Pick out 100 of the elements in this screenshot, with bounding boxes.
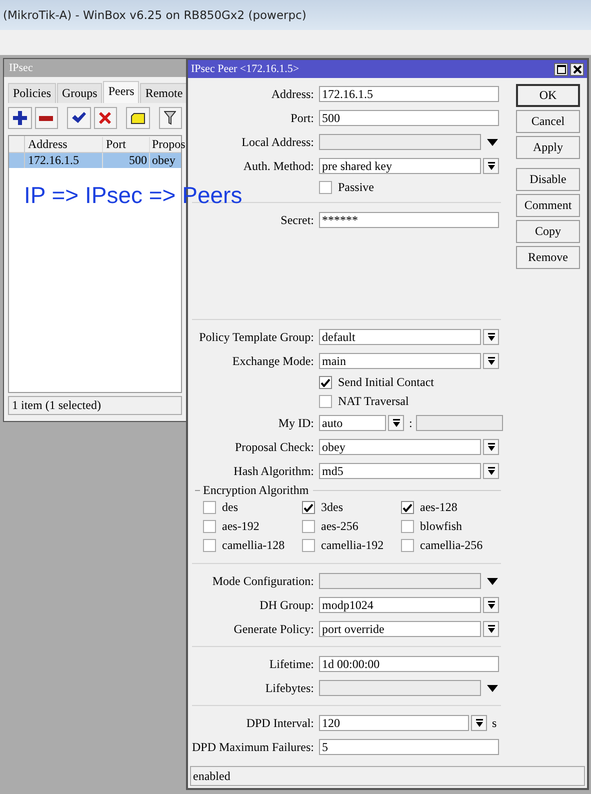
table-cell: 500 [103,153,150,168]
input-field[interactable] [319,680,481,696]
status-text: enabled [193,768,230,784]
field-label: Lifetime: [268,656,315,672]
input-field[interactable]: 120 [319,715,469,731]
input-field[interactable]: 500 [319,110,499,126]
dropdown-button[interactable] [483,158,499,174]
separator-label: : [409,416,412,430]
checkbox[interactable] [319,395,332,408]
down-arrow-icon [476,719,482,727]
checkbox-label: aes-128 [420,500,458,515]
checkbox[interactable] [203,539,216,552]
field-label: My ID: [277,416,315,430]
dialog-button[interactable]: Comment [516,194,580,217]
column-header[interactable]: Port [103,136,150,152]
dropdown-field[interactable]: md5 [319,463,481,479]
checkbox-label: 3des [321,500,343,515]
field-label: DPD Maximum Failures: [192,740,315,754]
tab[interactable]: Remote [140,83,186,103]
dropdown-field[interactable]: main [319,353,481,369]
input-field[interactable]: 5 [319,739,499,755]
input-field[interactable]: 1d 00:00:00 [319,656,499,672]
checkbox-label: NAT Traversal [338,394,409,409]
enable-button[interactable] [67,107,90,129]
down-arrow-icon [488,467,494,475]
close-button[interactable] [570,62,584,76]
dropdown-arrow-icon[interactable] [487,578,498,584]
checkbox[interactable] [401,501,414,514]
dropdown-button[interactable] [483,597,499,613]
tab[interactable]: Peers [103,81,140,103]
dropdown-button[interactable] [483,621,499,637]
dialog-button[interactable]: Copy [516,220,580,243]
comment-button[interactable] [126,107,150,129]
dropdown-button[interactable] [388,415,404,431]
field-label: Address: [270,86,315,102]
checkbox-label: Passive [338,180,374,195]
funnel-icon [164,111,176,125]
checkbox[interactable] [302,520,315,533]
dropdown-button[interactable] [483,329,499,345]
dropdown-button[interactable] [483,353,499,369]
input-field[interactable] [319,134,481,150]
checkbox-label: blowfish [420,519,462,534]
dropdown-field[interactable]: pre shared key [319,158,481,174]
dropdown-button[interactable] [483,463,499,479]
column-header[interactable]: Address [25,136,103,152]
down-arrow-icon [488,625,494,633]
unit-label: s [492,716,497,730]
tab[interactable]: Policies [8,83,56,103]
note-icon [130,112,145,124]
group-title: Encryption Algorithm [203,483,309,498]
down-arrow-icon [488,357,494,365]
maximize-button[interactable] [554,62,568,76]
dropdown-button[interactable] [483,439,499,455]
field-label: Hash Algorithm: [232,464,315,478]
dropdown-button[interactable] [471,715,487,731]
down-arrow-icon [488,443,494,451]
checkbox-label: camellia-128 [222,538,285,553]
field-label: Exchange Mode: [231,354,315,368]
checkbox-label: des [222,500,238,515]
dropdown-field[interactable]: port override [319,621,481,637]
checkbox-label: camellia-192 [321,538,384,553]
checkbox[interactable] [203,501,216,514]
filter-button[interactable] [158,107,182,129]
field-label: DPD Interval: [245,716,315,730]
checkbox[interactable] [401,520,414,533]
dropdown-field[interactable]: modp1024 [319,597,481,613]
input-field[interactable] [319,573,481,589]
minus-icon [39,116,54,120]
dropdown-field[interactable]: obey [319,439,481,455]
input-field[interactable] [416,415,504,431]
table-cell-text: obey [151,153,176,168]
checkbox[interactable] [302,501,315,514]
dialog-button[interactable]: Cancel [516,110,580,133]
checkbox[interactable] [319,376,332,389]
table-cell: 172.16.1.5 [25,153,103,168]
checkbox[interactable] [203,520,216,533]
dialog-button[interactable]: OK [516,84,580,107]
dialog-button[interactable]: Disable [516,168,580,191]
dialog-button[interactable]: Remove [516,246,580,269]
tab[interactable]: Groups [57,83,102,103]
disable-button[interactable] [94,107,117,129]
cross-icon [99,112,112,124]
input-field[interactable]: 172.16.1.5 [319,86,499,102]
checkbox[interactable] [319,181,332,194]
add-button[interactable] [8,107,32,129]
checkbox[interactable] [401,539,414,552]
input-field[interactable]: ****** [319,212,499,228]
dialog-button[interactable]: Apply [516,136,580,159]
dropdown-arrow-icon[interactable] [487,138,498,146]
field-label: Proposal Check: [234,440,315,454]
column-header[interactable]: Propos [150,136,186,152]
check-icon [72,112,86,124]
remove-button[interactable] [34,107,58,129]
close-icon [572,64,582,74]
dropdown-arrow-icon[interactable] [487,684,498,692]
checkbox[interactable] [302,539,315,552]
table-row[interactable]: 172.16.1.5 500 obey [9,153,181,168]
field-label: Port: [290,110,315,126]
dropdown-field[interactable]: auto [319,415,386,431]
dropdown-field[interactable]: default [319,329,481,345]
